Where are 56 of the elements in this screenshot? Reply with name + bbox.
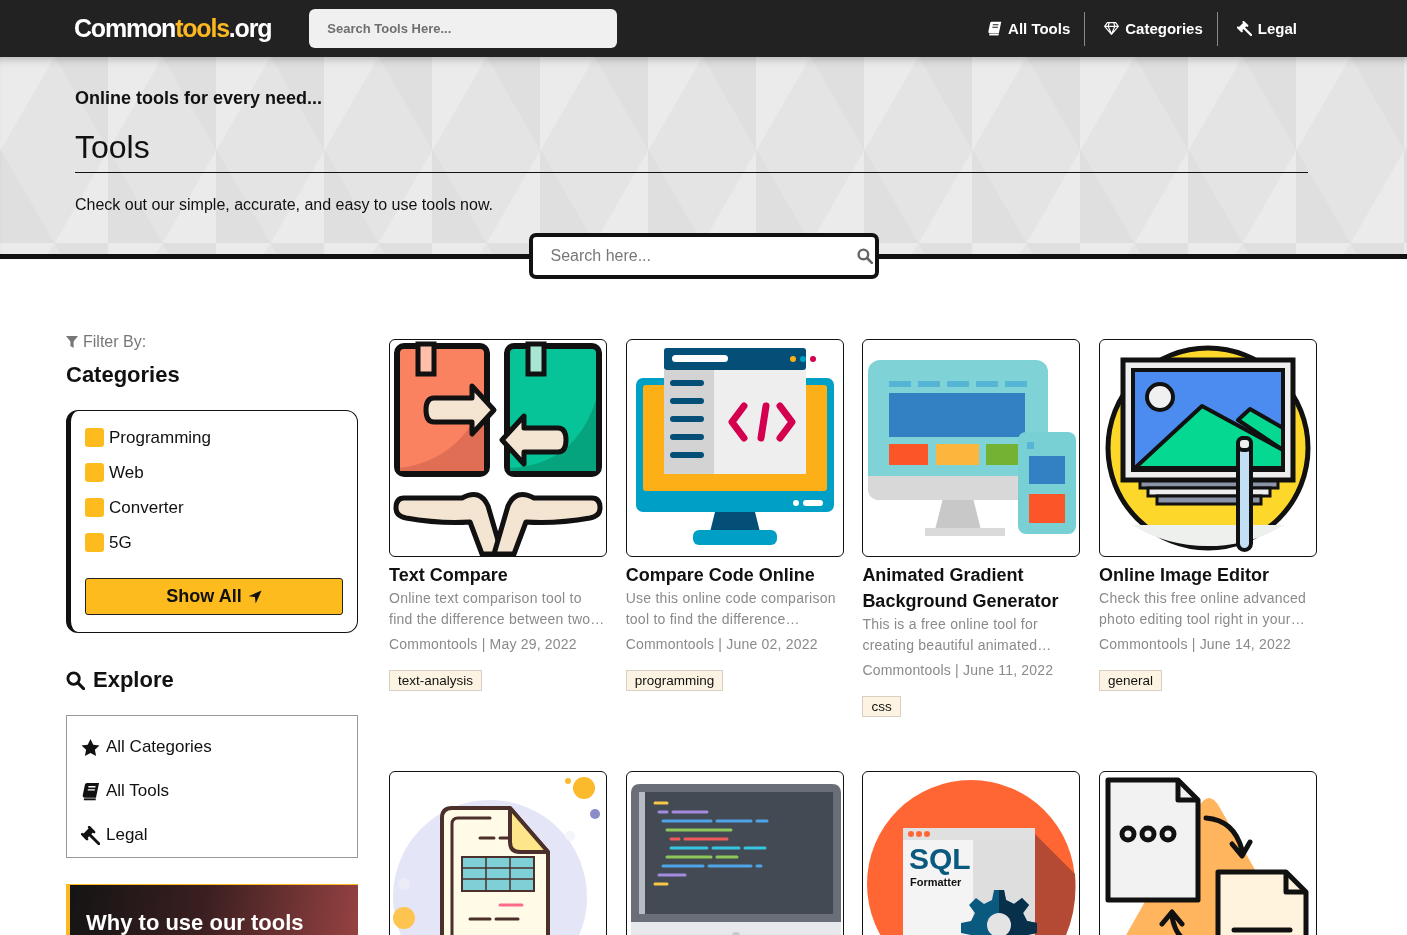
tool-thumbnail[interactable]	[625, 339, 844, 557]
page-title: Tools	[75, 127, 1308, 173]
search-icon	[66, 670, 85, 690]
nav-link[interactable]: Categories	[1104, 14, 1203, 43]
tool-description: Online text comparison tool to find the difference between two…	[389, 589, 606, 629]
category-label[interactable]: Converter	[109, 497, 184, 518]
image-caption-text: Formatter	[910, 876, 962, 888]
category-label[interactable]: Web	[109, 462, 144, 483]
location-arrow-icon	[247, 589, 262, 604]
section-heading: Categories	[66, 362, 180, 388]
tool-meta: Commontools | May 29, 2022	[389, 635, 578, 654]
book-icon	[987, 21, 1003, 36]
image-heading-text: SQL	[909, 842, 972, 875]
nav-link[interactable]: Legal	[1236, 14, 1297, 43]
tool-meta: Commontools | June 14, 2022	[1099, 635, 1292, 654]
explore-link[interactable]: All Tools	[81, 769, 343, 813]
book-icon	[81, 781, 100, 801]
checkbox[interactable]	[85, 533, 104, 552]
search-field[interactable]: Search here...	[528, 233, 879, 279]
show-all-button[interactable]: Show All	[85, 578, 343, 615]
section-heading: Explore	[93, 667, 174, 693]
tag-link[interactable]: css	[862, 696, 901, 717]
checkbox[interactable]	[85, 428, 104, 447]
filter-icon	[66, 336, 78, 348]
tool-meta: Commontools | June 11, 2022	[862, 661, 1055, 680]
site-logo[interactable]: Commontools.org	[74, 16, 272, 41]
tool-description: This is a free online tool for creating beautiful animated…	[862, 615, 1053, 655]
gavel-icon	[1236, 21, 1252, 36]
checkbox[interactable]	[85, 498, 104, 517]
tool-description: Check this free online advanced photo editing tool right in your…	[1099, 589, 1308, 629]
tool-description: Use this online code comparison tool to find the difference…	[625, 589, 837, 629]
tool-title[interactable]: Animated Gradient Background Generator	[862, 562, 1081, 614]
tag-link[interactable]: text-analysis	[389, 670, 483, 691]
tool-meta: Commontools | June 02, 2022	[625, 635, 819, 654]
tool-title[interactable]: Compare Code Online	[625, 562, 844, 588]
checkbox[interactable]	[85, 463, 104, 482]
gavel-icon	[81, 825, 100, 845]
category-label[interactable]: 5G	[109, 532, 132, 553]
tool-title[interactable]: Text Compare	[389, 562, 607, 588]
tool-title[interactable]: Online Image Editor	[1099, 562, 1318, 588]
hero-description: Check out our simple, accurate, and easy to use tools now.	[75, 195, 494, 215]
tag-link[interactable]: programming	[625, 670, 724, 691]
search-field[interactable]: Search Tools Here...	[309, 9, 618, 48]
tool-thumbnail[interactable]	[862, 339, 1081, 557]
gem-icon	[1104, 21, 1120, 36]
filter-label: Filter By:	[83, 332, 147, 352]
hero-tagline: Online tools for every need...	[75, 87, 324, 109]
tag-link[interactable]: general	[1099, 670, 1163, 691]
category-label[interactable]: Programming	[109, 427, 212, 448]
tool-thumbnail[interactable]: SQL Formatter	[862, 771, 1081, 935]
nav-link[interactable]: All Tools	[987, 14, 1071, 43]
promo-title: Why to use our tools	[86, 912, 304, 934]
star-icon	[81, 737, 100, 757]
explore-link[interactable]: Legal	[81, 813, 343, 857]
search-icon	[856, 248, 873, 264]
explore-link[interactable]: All Categories	[81, 725, 343, 769]
